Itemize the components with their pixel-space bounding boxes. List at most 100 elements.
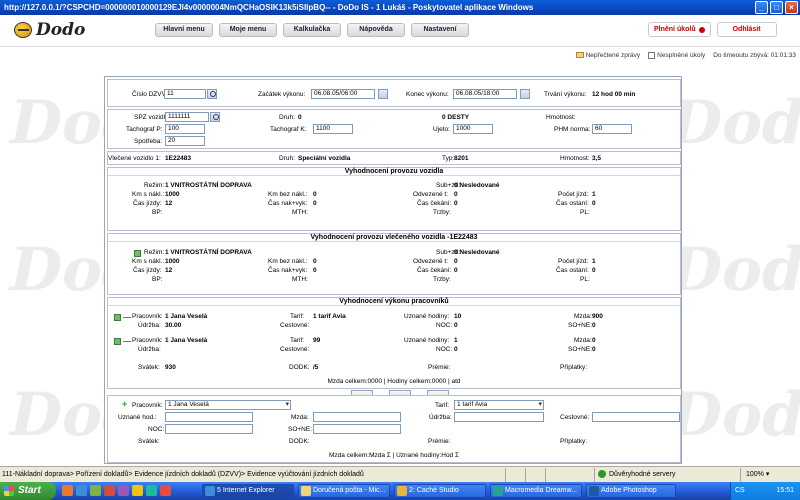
mzda-value: 0: [592, 337, 596, 344]
cislo-input[interactable]: 11: [164, 89, 206, 99]
pracovnik-label: Pracovník:: [132, 313, 163, 320]
unread-messages-link[interactable]: Nepřečtené zprávy: [575, 52, 640, 59]
search-icon[interactable]: [207, 89, 217, 99]
casjizdy-value: 12: [165, 267, 173, 274]
uzhod-label: Uznané hodiny:: [404, 337, 450, 344]
trailer-typ-label: Typ:: [442, 155, 455, 162]
rezim-label: Režim:: [144, 249, 165, 256]
maximize-button[interactable]: □: [770, 1, 783, 14]
start-button[interactable]: Start: [0, 482, 56, 500]
envelope-icon: [575, 52, 584, 59]
logout-label: Odhlásit: [732, 26, 761, 33]
task-dreamweaver[interactable]: Macromedia Dreamw...: [490, 484, 582, 498]
close-button[interactable]: ×: [785, 1, 798, 14]
odvez-label: Odvezené t:: [413, 191, 449, 198]
kmbez-value: 0: [313, 191, 317, 198]
search-icon[interactable]: [210, 112, 220, 122]
task-cache-studio[interactable]: 2: Caché Studio: [394, 484, 486, 498]
bp-label: BP:: [152, 276, 163, 283]
casnak-label: Čas nak+vyk:: [268, 267, 308, 274]
pracovnik-select[interactable]: 1 Jana Veselá: [165, 400, 291, 410]
svatek-value: 930: [165, 364, 176, 371]
delete-icon[interactable]: [123, 317, 131, 318]
menu-nastaveni[interactable]: Nastavení: [411, 23, 469, 37]
logo-text: Dodo: [36, 20, 86, 40]
unfinished-tasks-link[interactable]: Nesplněné úkoly: [648, 52, 705, 59]
zacatek-input[interactable]: 06.08.05/06:00: [311, 89, 375, 99]
task-internet-explorer[interactable]: 5 Internet Explorer: [202, 484, 294, 498]
mzda-input[interactable]: [313, 412, 401, 422]
zoom-control[interactable]: 100% ▾: [746, 467, 769, 482]
ujeto-label: Ujeto:: [433, 126, 450, 133]
spz-input[interactable]: 1111111: [165, 112, 209, 122]
trzby-label: Trzby:: [433, 276, 451, 283]
edit-icon[interactable]: [134, 250, 141, 257]
workers-summary: Mzda celkem:0000 | Hodiny celkem:0000 | …: [327, 378, 461, 385]
timeout-label: Do timeoutu zbývá:: [713, 52, 769, 60]
window-title-bar[interactable]: http://127.0.0.1/?CSPCHD=000000010000129…: [0, 0, 800, 15]
phm-input[interactable]: 60: [592, 124, 632, 134]
pracovnik-label: Pracovník:: [132, 337, 163, 344]
ie-icon[interactable]: [76, 485, 87, 496]
delete-icon[interactable]: [123, 341, 131, 342]
mzda-label: Mzda:: [574, 313, 592, 320]
sone-label: SO+NE:: [568, 346, 593, 353]
casjizdy-value: 12: [165, 200, 173, 207]
app-icon[interactable]: [132, 485, 143, 496]
eval-vehicle-section: Vyhodnocení provozu vozidla Režim: 1 VNI…: [107, 167, 681, 231]
calendar-icon[interactable]: [520, 89, 530, 99]
kmnak-value: 1000: [165, 258, 180, 265]
konec-input[interactable]: 06.08.05/18:00: [453, 89, 517, 99]
menu-kalkulacka[interactable]: Kalkulačka: [283, 23, 341, 37]
app-icon[interactable]: [90, 485, 101, 496]
priplatky-label: Příplatky:: [560, 364, 588, 371]
menu-hlavni[interactable]: Hlavní menu: [155, 23, 213, 37]
edit-icon[interactable]: [114, 338, 121, 345]
task-label: Adobe Photoshop: [601, 487, 657, 494]
mzda-label: Mzda:: [574, 337, 592, 344]
pocet-label: Počet jízd:: [558, 191, 589, 198]
app-icon[interactable]: [118, 485, 129, 496]
uzhod-input[interactable]: [165, 412, 253, 422]
ujeto-input[interactable]: 1000: [453, 124, 493, 134]
udrzba-input[interactable]: [454, 412, 544, 422]
noc-input[interactable]: [165, 424, 253, 434]
kmbez-label: Km bez nákl.:: [268, 258, 308, 265]
app-icon[interactable]: [160, 485, 171, 496]
tachk-input[interactable]: 1100: [313, 124, 353, 134]
tarif-select[interactable]: 1 tarif Avia: [454, 400, 544, 410]
menu-napoveda[interactable]: Nápověda: [347, 23, 405, 37]
udrzba-label: Údržba:: [138, 322, 161, 329]
spotreba-input[interactable]: 20: [165, 136, 205, 146]
status-path: 111-Nákladní doprava> Pořízení dokladů> …: [2, 471, 364, 478]
sone-input[interactable]: [313, 424, 401, 434]
app-icon[interactable]: [146, 485, 157, 496]
app-logo: Dodo: [14, 20, 85, 40]
firefox-icon[interactable]: [62, 485, 73, 496]
minimize-button[interactable]: _: [755, 1, 768, 14]
task-mail[interactable]: Doručená pošta - Mic...: [298, 484, 390, 498]
logout-button[interactable]: Odhlásit: [716, 22, 777, 37]
ie-icon: [205, 486, 215, 496]
form-cestovne-label: Cestovné:: [560, 414, 590, 421]
language-indicator[interactable]: CS: [735, 482, 745, 500]
add-icon[interactable]: +: [122, 400, 127, 409]
edit-icon[interactable]: [114, 314, 121, 321]
premie-label: Prémie:: [428, 364, 451, 371]
form-dodk-label: DODK:: [289, 438, 310, 445]
druh-value: 0: [298, 114, 302, 121]
odvez-value: 0: [454, 191, 458, 198]
task-label: Doručená pošta - Mic...: [313, 487, 386, 494]
task-photoshop[interactable]: Adobe Photoshop: [586, 484, 676, 498]
app-icon[interactable]: [104, 485, 115, 496]
konec-label: Konec výkonu:: [406, 91, 449, 98]
tachk-label: Tachograf K:: [270, 126, 307, 133]
casost-value: 0: [592, 200, 596, 207]
casost-value: 0: [592, 267, 596, 274]
clock: 15:51: [776, 487, 794, 494]
menu-moje[interactable]: Moje menu: [219, 23, 277, 37]
calendar-icon[interactable]: [378, 89, 388, 99]
tasks-button[interactable]: Plnění úkolů: [648, 22, 711, 37]
tachp-input[interactable]: 100: [165, 124, 205, 134]
cestovne-input[interactable]: [592, 412, 680, 422]
